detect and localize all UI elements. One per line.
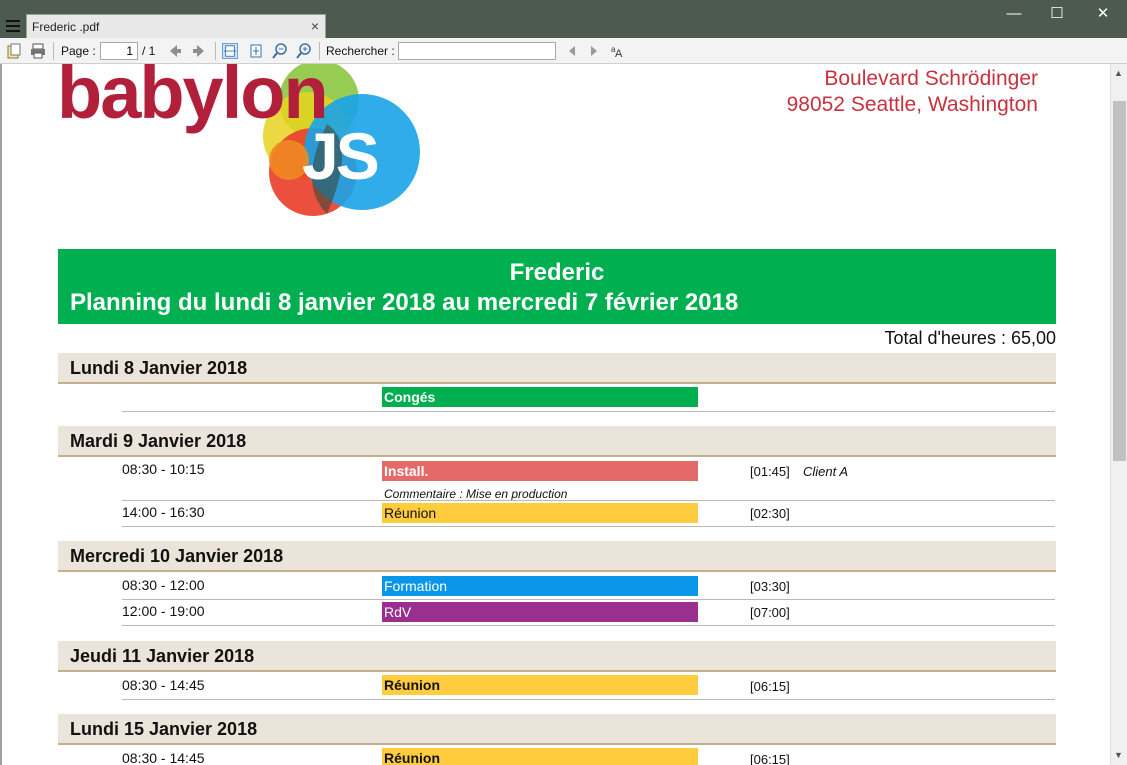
- activity-bar-reunion: Réunion: [382, 748, 698, 765]
- toolbar-separator: [215, 42, 216, 60]
- time-range: 08:30 - 12:00: [122, 577, 205, 593]
- logo-wordmark: babylon: [57, 64, 329, 134]
- pdf-toolbar: Page : / 1 Rechercher : a A: [0, 38, 1127, 64]
- time-range: 12:00 - 19:00: [122, 603, 205, 619]
- zoom-out-icon[interactable]: [272, 43, 288, 59]
- toolbar-separator: [53, 42, 54, 60]
- row-divider: [122, 599, 1055, 600]
- time-range: 08:30 - 10:15: [122, 461, 205, 477]
- person-name: Frederic: [509, 259, 605, 286]
- day-header: Jeudi 11 Janvier 2018: [58, 641, 1056, 672]
- fit-page-icon[interactable]: [248, 43, 264, 59]
- close-tab-icon[interactable]: ×: [311, 18, 319, 34]
- comment: Commentaire : Mise en production: [384, 487, 568, 501]
- toolbar-separator: [319, 42, 320, 60]
- search-input[interactable]: [398, 42, 556, 60]
- page-label: Page :: [61, 44, 96, 58]
- tab-title: Frederic .pdf: [32, 20, 100, 34]
- planning-title: Planning du lundi 8 janvier 2018 au merc…: [70, 289, 739, 316]
- close-window-button[interactable]: ✕: [1093, 4, 1113, 24]
- duration: [03:30]: [750, 579, 790, 594]
- day-header: Mercredi 10 Janvier 2018: [58, 541, 1056, 572]
- client-name: Client A: [803, 464, 849, 479]
- document-tab[interactable]: Frederic .pdf ×: [26, 14, 326, 38]
- svg-text:A: A: [615, 48, 623, 59]
- activity-bar-conges: Congés: [382, 387, 698, 407]
- zoom-in-icon[interactable]: [296, 43, 312, 59]
- day-header: Lundi 8 Janvier 2018: [58, 353, 1056, 384]
- search-previous-icon[interactable]: [564, 43, 580, 59]
- planning-banner: Frederic Planning du lundi 8 janvier 201…: [58, 249, 1056, 324]
- activity-bar-formation: Formation: [382, 576, 698, 596]
- address-line-1: Boulevard Schrödinger: [824, 67, 1038, 90]
- search-next-icon[interactable]: [586, 43, 602, 59]
- maximize-button[interactable]: ☐: [1047, 4, 1067, 24]
- duration: [07:00]: [750, 605, 790, 620]
- next-page-icon[interactable]: [191, 43, 207, 59]
- day-header: Lundi 15 Janvier 2018: [58, 714, 1056, 745]
- day-header: Mardi 9 Janvier 2018: [58, 426, 1056, 457]
- activity-bar-rdv: RdV: [382, 602, 698, 622]
- duration: [06:15]: [750, 679, 790, 694]
- previous-page-icon[interactable]: [167, 43, 183, 59]
- logo-js: JS: [302, 119, 380, 193]
- babylonjs-logo: babylon JS: [57, 64, 437, 224]
- time-range: 08:30 - 14:45: [122, 750, 205, 765]
- address-line-2: 98052 Seattle, Washington: [786, 93, 1038, 116]
- duration: [01:45]: [750, 464, 790, 479]
- print-icon[interactable]: [30, 43, 46, 59]
- vertical-scrollbar[interactable]: ▲ ▼: [1110, 64, 1127, 765]
- menu-icon[interactable]: [6, 20, 20, 32]
- duration: [02:30]: [750, 506, 790, 521]
- open-file-icon[interactable]: [6, 43, 22, 59]
- match-case-icon[interactable]: a A: [610, 43, 626, 59]
- activity-bar-reunion: Réunion: [382, 675, 698, 695]
- minimize-button[interactable]: —: [1004, 4, 1024, 24]
- scroll-up-icon[interactable]: ▲: [1114, 68, 1123, 78]
- search-label: Rechercher :: [326, 44, 395, 58]
- row-divider: [122, 699, 1055, 700]
- time-range: 08:30 - 14:45: [122, 677, 205, 693]
- row-divider: [122, 411, 1055, 412]
- page-number-input[interactable]: [100, 42, 138, 60]
- scroll-thumb[interactable]: [1113, 101, 1126, 461]
- activity-bar-reunion: Réunion: [382, 503, 698, 523]
- fit-width-icon[interactable]: [222, 43, 238, 59]
- time-range: 14:00 - 16:30: [122, 504, 205, 520]
- duration: [06:15]: [750, 752, 790, 765]
- activity-bar-install: Install.: [382, 461, 698, 481]
- row-divider: [122, 526, 1055, 527]
- row-divider: [122, 625, 1055, 626]
- page-total: / 1: [142, 44, 156, 58]
- row-divider: [122, 500, 1055, 501]
- total-hours: Total d'heures : 65,00: [884, 328, 1056, 348]
- document-viewport[interactable]: babylon JS Boulevard Schrödinger 98052 S…: [0, 64, 1110, 765]
- scroll-down-icon[interactable]: ▼: [1114, 750, 1123, 760]
- title-bar: Frederic .pdf × — ☐ ✕: [0, 0, 1127, 38]
